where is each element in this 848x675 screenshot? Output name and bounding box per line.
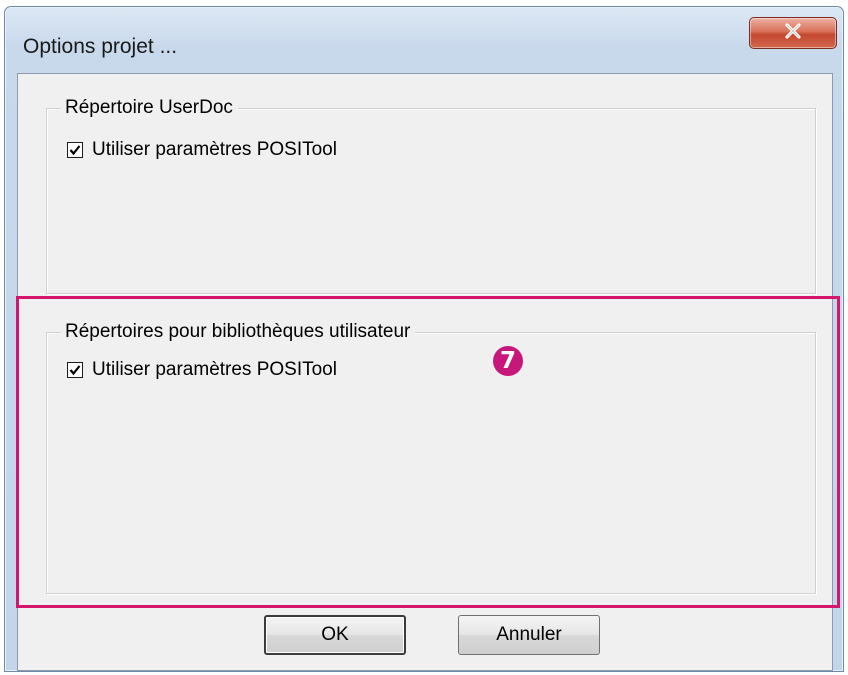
- cancel-button[interactable]: Annuler: [458, 615, 600, 655]
- close-button[interactable]: [749, 17, 837, 49]
- checkbox-checked-icon[interactable]: [67, 362, 83, 378]
- title-bar[interactable]: Options projet ...: [5, 7, 843, 73]
- userdoc-positool-checkbox[interactable]: Utiliser paramètres POSITool: [67, 139, 337, 161]
- userdoc-group: Répertoire UserDoc Utiliser paramètres P…: [46, 97, 816, 294]
- user-libraries-group-label: Répertoires pour bibliothèques utilisate…: [61, 321, 416, 343]
- ok-button[interactable]: OK: [264, 615, 406, 655]
- checkbox-checked-icon[interactable]: [67, 142, 83, 158]
- userdoc-checkbox-label: Utiliser paramètres POSITool: [92, 139, 337, 160]
- dialog-client-area: Répertoire UserDoc Utiliser paramètres P…: [17, 73, 833, 671]
- libraries-positool-checkbox[interactable]: Utiliser paramètres POSITool: [67, 359, 337, 381]
- annotation-badge: 7: [493, 346, 523, 376]
- options-dialog-window: Options projet ... Répertoire UserDoc Ut…: [4, 6, 844, 672]
- user-libraries-group: Répertoires pour bibliothèques utilisate…: [46, 321, 816, 594]
- userdoc-group-label: Répertoire UserDoc: [61, 97, 238, 119]
- window-title: Options projet ...: [23, 35, 178, 58]
- close-icon: [782, 22, 804, 45]
- libraries-checkbox-label: Utiliser paramètres POSITool: [92, 359, 337, 380]
